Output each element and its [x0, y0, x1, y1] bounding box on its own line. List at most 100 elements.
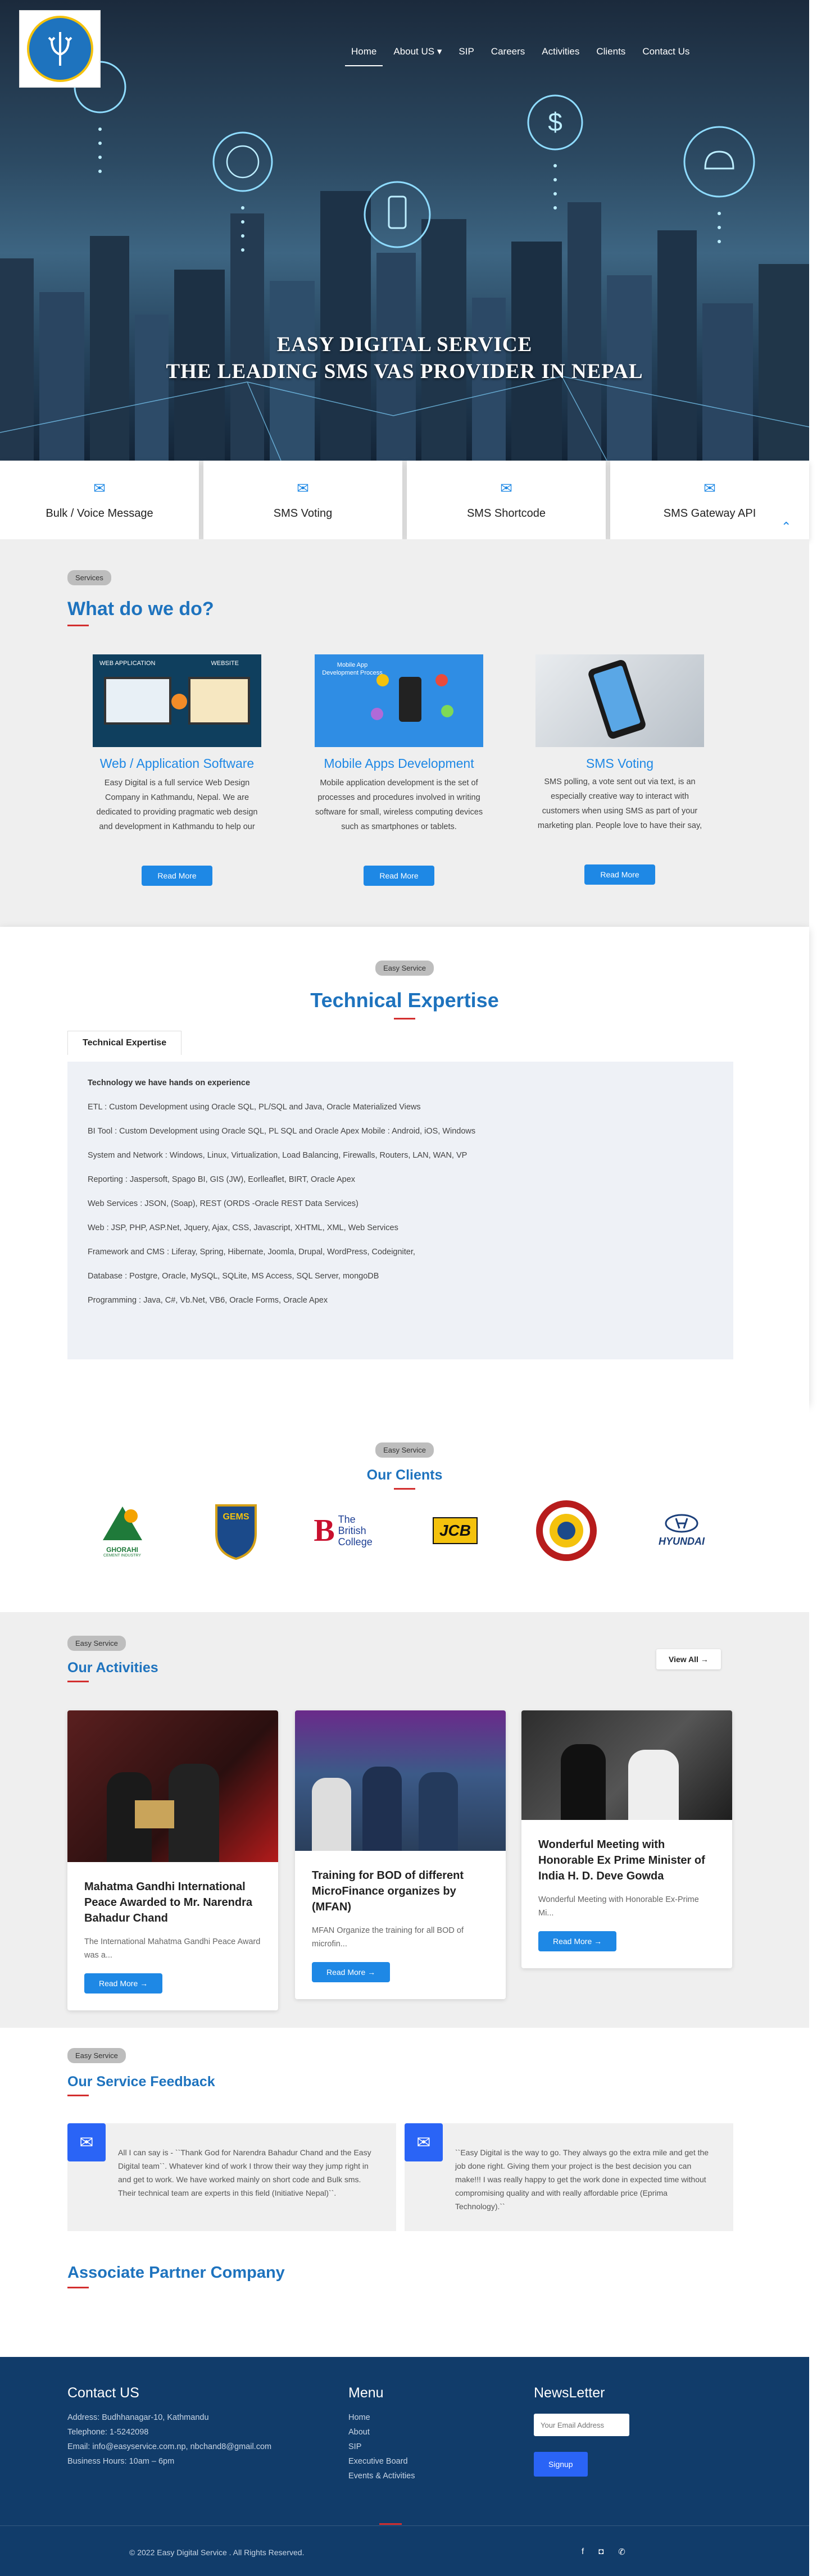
read-more-button[interactable]: Read More → — [312, 1962, 391, 1982]
expertise-line: BI Tool : Custom Development using Oracl… — [88, 1127, 476, 1136]
feedback-text: All I can say is - ``Thank God for Naren… — [118, 2148, 371, 2197]
client-logo-ghorahi[interactable]: GHORAHI CEMENT INDUSTRY — [90, 1500, 155, 1562]
footer-accent-line — [379, 2523, 402, 2525]
expertise-line: Database : Postgre, Oracle, MySQL, SQLit… — [88, 1272, 379, 1281]
activity-card[interactable]: Training for BOD of different MicroFinan… — [295, 1710, 506, 1999]
envelope-icon: ✉ — [405, 2123, 443, 2161]
read-more-button[interactable]: Read More — [584, 864, 655, 885]
activity-photo — [521, 1710, 732, 1820]
heading-underline — [394, 1488, 415, 1490]
section-heading: Our Service Feedback — [67, 2074, 215, 2090]
footer-heading: Contact US — [67, 2385, 139, 2401]
heading-underline — [394, 1018, 415, 1020]
feedback-text: ``Easy Digital is the way to go. They al… — [455, 2148, 709, 2211]
footer-divider — [0, 2525, 809, 2526]
contact-phone[interactable]: Telephone: 1-5242098 — [67, 2425, 337, 2440]
activity-excerpt: The International Mahatma Gandhi Peace A… — [84, 1937, 261, 1960]
tab-technical-expertise[interactable]: Technical Expertise — [67, 1031, 182, 1055]
hero-title: EASY DIGITAL SERVICE — [276, 333, 533, 356]
contact-email[interactable]: Email: info@easyservice.com.np, nbchand8… — [67, 2440, 337, 2454]
service-tab-label: SMS Voting — [273, 507, 333, 520]
whatsapp-icon[interactable]: ✆ — [618, 2547, 625, 2557]
hero-subtitle: THE LEADING SMS VAS PROVIDER IN NEPAL — [166, 360, 643, 383]
expertise-line: Framework and CMS : Liferay, Spring, Hib… — [88, 1248, 415, 1257]
read-more-button[interactable]: Read More — [364, 866, 434, 886]
activity-photo — [295, 1710, 506, 1851]
newsletter-email-input[interactable] — [534, 2414, 629, 2436]
envelope-icon: ✉ — [67, 2123, 106, 2161]
service-card-mobile: Mobile App Development Process Mobile Ap… — [312, 654, 486, 886]
service-tab-bulk[interactable]: ✉ Bulk / Voice Message — [0, 461, 199, 539]
nav-home[interactable]: Home — [343, 40, 385, 66]
section-heading: What do we do? — [67, 598, 214, 620]
activity-title: Mahatma Gandhi International Peace Award… — [84, 1881, 253, 1924]
section-tag: Easy Service — [375, 961, 434, 976]
footer-link-sip[interactable]: SIP — [348, 2440, 415, 2454]
footer-link-board[interactable]: Executive Board — [348, 2454, 415, 2469]
expertise-line: Programming : Java, C#, Vb.Net, VB6, Ora… — [88, 1296, 328, 1305]
footer-newsletter: NewsLetter Signup — [534, 2385, 629, 2477]
copyright: © 2022 Easy Digital Service . All Rights… — [129, 2548, 305, 2557]
instagram-icon[interactable]: ◘ — [598, 2547, 603, 2557]
site-logo[interactable] — [19, 10, 101, 88]
nav-careers[interactable]: Careers — [483, 40, 533, 63]
client-logo-gems[interactable]: GEMS — [208, 1500, 264, 1562]
nav-sip[interactable]: SIP — [450, 40, 482, 63]
main-nav: Home About US ▾ SIP Careers Activities C… — [343, 40, 698, 66]
section-tag: Easy Service — [67, 2048, 126, 2063]
service-card-text: Easy Digital is a full service Web Desig… — [96, 779, 258, 831]
expertise-line: Web Services : JSON, (Soap), REST (ORDS … — [88, 1199, 358, 1208]
envelope-icon: ✉ — [93, 480, 106, 497]
footer-link-events[interactable]: Events & Activities — [348, 2469, 415, 2483]
service-tab-voting[interactable]: ✉ SMS Voting — [203, 461, 402, 539]
section-heading: Our Clients — [366, 1467, 443, 1483]
expertise-line: Reporting : Jaspersoft, Spago BI, GIS (J… — [88, 1175, 356, 1184]
service-tabs: ✉ Bulk / Voice Message ✉ SMS Voting ✉ SM… — [0, 461, 809, 539]
activity-card[interactable]: Mahatma Gandhi International Peace Award… — [67, 1710, 278, 2010]
footer-link-home[interactable]: Home — [348, 2410, 415, 2425]
activity-photo — [67, 1710, 278, 1862]
client-logo-british-college[interactable]: B The British College — [309, 1500, 382, 1562]
read-more-button[interactable]: Read More — [142, 866, 212, 886]
web-application-image: WEB APPLICATION WEBSITE — [93, 654, 261, 747]
facebook-icon[interactable]: f — [582, 2547, 584, 2557]
client-logo-hyundai[interactable]: HYUNDAI — [645, 1500, 718, 1562]
read-more-button[interactable]: Read More → — [84, 1973, 163, 1994]
service-tab-gateway[interactable]: ✉ SMS Gateway API — [610, 461, 809, 539]
activity-card[interactable]: Wonderful Meeting with Honorable Ex Prim… — [521, 1710, 732, 1968]
nav-about[interactable]: About US ▾ — [385, 40, 450, 63]
sms-voting-image — [535, 654, 704, 747]
site-footer: Contact US Address: Budhhanagar-10, Kath… — [0, 2357, 809, 2576]
expertise-heading: Technology we have hands on experience — [88, 1078, 251, 1087]
mobile-app-image: Mobile App Development Process — [315, 654, 483, 747]
section-heading: Our Activities — [67, 1660, 158, 1676]
service-card-text: SMS polling, a vote sent out via text, i… — [537, 777, 702, 830]
technical-expertise-section: Easy Service Technical Expertise Technic… — [0, 927, 809, 1404]
read-more-button[interactable]: Read More → — [538, 1931, 617, 1951]
service-card-text: Mobile application development is the se… — [315, 779, 483, 831]
service-card-title: SMS Voting — [586, 756, 654, 771]
service-tab-shortcode[interactable]: ✉ SMS Shortcode — [407, 461, 606, 539]
signup-button[interactable]: Signup — [534, 2452, 588, 2477]
social-links: f ◘ ✆ — [582, 2547, 625, 2557]
footer-link-about[interactable]: About — [348, 2425, 415, 2440]
service-card-sms-voting: SMS Voting SMS polling, a vote sent out … — [533, 654, 707, 885]
service-tab-label: SMS Shortcode — [466, 507, 546, 520]
client-logo-jcb[interactable]: JCB — [424, 1500, 486, 1562]
clients-section: Easy Service Our Clients GHORAHI CEMENT … — [0, 1404, 809, 1612]
chevron-up-icon[interactable]: ⌃ — [781, 520, 791, 534]
activity-title: Wonderful Meeting with Honorable Ex Prim… — [538, 1838, 705, 1882]
nav-contact[interactable]: Contact Us — [634, 40, 698, 63]
svg-text:GEMS: GEMS — [223, 1512, 249, 1522]
heading-underline — [67, 2287, 89, 2288]
nav-clients[interactable]: Clients — [588, 40, 634, 63]
expertise-line: ETL : Custom Development using Oracle SQ… — [88, 1103, 421, 1112]
envelope-icon: ✉ — [704, 480, 716, 497]
nav-activities[interactable]: Activities — [533, 40, 588, 63]
service-tab-label: SMS Gateway API — [663, 507, 756, 520]
contact-address: Address: Budhhanagar-10, Kathmandu — [67, 2413, 209, 2422]
heading-underline — [67, 2095, 89, 2096]
client-logo-seal[interactable] — [534, 1500, 598, 1562]
view-all-button[interactable]: View All → — [656, 1649, 721, 1669]
footer-heading: NewsLetter — [534, 2385, 605, 2401]
